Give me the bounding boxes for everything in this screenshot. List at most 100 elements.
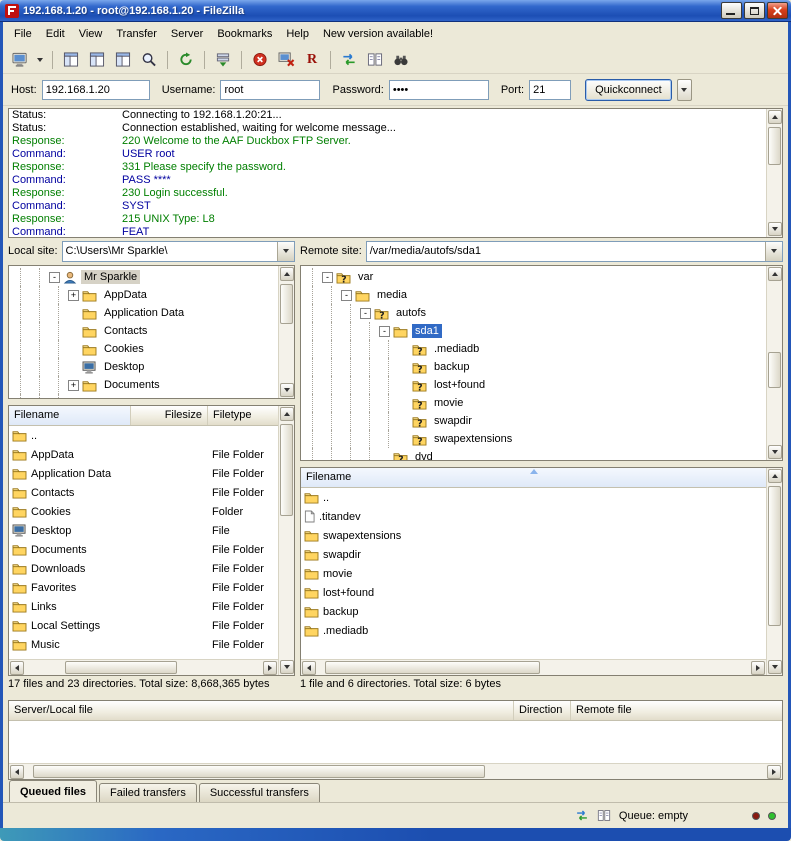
tab-queued-files[interactable]: Queued files bbox=[9, 780, 97, 802]
dropdown-arrow-icon[interactable] bbox=[277, 242, 294, 261]
synchronized-browsing-button[interactable] bbox=[337, 49, 361, 71]
scrollbar-thumb[interactable] bbox=[768, 127, 781, 165]
tree-item[interactable]: lost+found bbox=[303, 376, 766, 394]
scroll-down-button[interactable] bbox=[280, 660, 294, 674]
file-row[interactable]: Application DataFile Folder bbox=[9, 464, 278, 483]
tree-item[interactable]: Contacts bbox=[11, 322, 278, 340]
local-list-horizontal-scrollbar[interactable] bbox=[9, 659, 278, 675]
tree-item[interactable]: +Documents bbox=[11, 376, 278, 394]
scroll-down-button[interactable] bbox=[768, 222, 782, 236]
tree-item[interactable]: +AppData bbox=[11, 286, 278, 304]
scrollbar-track[interactable] bbox=[767, 125, 782, 221]
local-tree-vertical-scrollbar[interactable] bbox=[278, 266, 294, 398]
host-input[interactable] bbox=[42, 80, 150, 100]
menu-file[interactable]: File bbox=[7, 25, 39, 43]
tree-item[interactable]: -var bbox=[303, 268, 766, 286]
tree-expander-icon[interactable]: - bbox=[341, 290, 352, 301]
scroll-down-button[interactable] bbox=[768, 445, 782, 459]
file-row[interactable]: LinksFile Folder bbox=[9, 597, 278, 616]
directory-comparison-button[interactable] bbox=[363, 49, 387, 71]
tree-expander-icon[interactable]: + bbox=[68, 380, 79, 391]
scroll-left-button[interactable] bbox=[10, 765, 24, 779]
tree-item[interactable]: -sda1 bbox=[303, 322, 766, 340]
menu-view[interactable]: View bbox=[72, 25, 110, 43]
scroll-right-button[interactable] bbox=[263, 661, 277, 675]
tree-item[interactable]: Cookies bbox=[11, 340, 278, 358]
file-row[interactable]: MusicFile Folder bbox=[9, 635, 278, 654]
local-list-vertical-scrollbar[interactable] bbox=[278, 406, 294, 675]
file-row[interactable]: .mediadb bbox=[301, 621, 766, 640]
tree-expander-icon[interactable]: - bbox=[379, 326, 390, 337]
toggle-message-log-button[interactable] bbox=[59, 49, 83, 71]
scroll-up-button[interactable] bbox=[768, 469, 782, 483]
password-input[interactable] bbox=[389, 80, 489, 100]
menu-server[interactable]: Server bbox=[164, 25, 210, 43]
scrollbar-track[interactable] bbox=[767, 282, 782, 444]
menu-bookmarks[interactable]: Bookmarks bbox=[210, 25, 279, 43]
tree-expander-icon[interactable]: - bbox=[360, 308, 371, 319]
tree-item[interactable]: backup bbox=[303, 358, 766, 376]
column-header-filename[interactable]: Filename bbox=[9, 406, 131, 425]
file-row[interactable]: .. bbox=[301, 488, 766, 507]
site-manager-dropdown-arrow[interactable] bbox=[34, 49, 46, 71]
scrollbar-thumb[interactable] bbox=[65, 661, 177, 674]
tree-item[interactable]: dvd bbox=[303, 448, 766, 460]
tab-failed-transfers[interactable]: Failed transfers bbox=[99, 783, 197, 802]
quickconnect-button[interactable]: Quickconnect bbox=[585, 79, 672, 101]
file-row[interactable]: .. bbox=[9, 426, 278, 445]
scroll-left-button[interactable] bbox=[302, 661, 316, 675]
title-bar[interactable]: 192.168.1.20 - root@192.168.1.20 - FileZ… bbox=[0, 0, 791, 22]
toggle-local-tree-button[interactable] bbox=[85, 49, 109, 71]
remote-site-combobox[interactable]: /var/media/autofs/sda1 bbox=[366, 241, 783, 262]
toggle-remote-tree-button[interactable] bbox=[111, 49, 135, 71]
dropdown-arrow-icon[interactable] bbox=[765, 242, 782, 261]
file-row[interactable]: ContactsFile Folder bbox=[9, 483, 278, 502]
file-row[interactable]: movie bbox=[301, 564, 766, 583]
file-row[interactable]: swapextensions bbox=[301, 526, 766, 545]
cancel-button[interactable] bbox=[248, 49, 272, 71]
minimize-button[interactable] bbox=[721, 2, 742, 19]
file-row[interactable]: Local SettingsFile Folder bbox=[9, 616, 278, 635]
tree-expander-icon[interactable]: - bbox=[49, 272, 60, 283]
column-header-direction[interactable]: Direction bbox=[514, 701, 571, 720]
file-row[interactable]: DownloadsFile Folder bbox=[9, 559, 278, 578]
scrollbar-track[interactable] bbox=[279, 282, 294, 382]
tree-item[interactable]: Application Data bbox=[11, 304, 278, 322]
scrollbar-thumb[interactable] bbox=[280, 424, 293, 516]
column-header-server-local-file[interactable]: Server/Local file bbox=[9, 701, 514, 720]
scroll-right-button[interactable] bbox=[767, 765, 781, 779]
remote-list-vertical-scrollbar[interactable] bbox=[766, 468, 782, 675]
column-header-filesize[interactable]: Filesize bbox=[131, 406, 208, 425]
file-row[interactable]: swapdir bbox=[301, 545, 766, 564]
queue-horizontal-scrollbar[interactable] bbox=[9, 763, 782, 779]
scroll-up-button[interactable] bbox=[280, 267, 294, 281]
tree-item[interactable]: -media bbox=[303, 286, 766, 304]
scrollbar-thumb[interactable] bbox=[325, 661, 540, 674]
file-row[interactable]: backup bbox=[301, 602, 766, 621]
port-input[interactable] bbox=[529, 80, 571, 100]
remote-list-horizontal-scrollbar[interactable] bbox=[301, 659, 766, 675]
refresh-button[interactable] bbox=[174, 49, 198, 71]
scroll-up-button[interactable] bbox=[768, 110, 782, 124]
tree-expander-icon[interactable]: - bbox=[322, 272, 333, 283]
splitter-collapse-arrow[interactable] bbox=[530, 469, 538, 474]
disconnect-button[interactable] bbox=[274, 49, 298, 71]
tree-item[interactable]: movie bbox=[303, 394, 766, 412]
menu-edit[interactable]: Edit bbox=[39, 25, 72, 43]
scrollbar-track[interactable] bbox=[767, 484, 782, 659]
local-site-combobox[interactable]: C:\Users\Mr Sparkle\ bbox=[62, 241, 295, 262]
scroll-up-button[interactable] bbox=[768, 267, 782, 281]
file-row[interactable]: DesktopFile bbox=[9, 521, 278, 540]
file-row[interactable]: CookiesFolder bbox=[9, 502, 278, 521]
toggle-queue-button[interactable] bbox=[137, 49, 161, 71]
reconnect-button[interactable]: R bbox=[300, 49, 324, 71]
scroll-down-button[interactable] bbox=[280, 383, 294, 397]
scrollbar-thumb[interactable] bbox=[280, 284, 293, 324]
column-header-remote-file[interactable]: Remote file bbox=[571, 701, 782, 720]
tree-item[interactable]: -Mr Sparkle bbox=[11, 268, 278, 286]
tree-expander-icon[interactable]: + bbox=[68, 290, 79, 301]
find-button[interactable] bbox=[389, 49, 413, 71]
file-row[interactable]: DocumentsFile Folder bbox=[9, 540, 278, 559]
scroll-right-button[interactable] bbox=[751, 661, 765, 675]
file-row[interactable]: AppDataFile Folder bbox=[9, 445, 278, 464]
